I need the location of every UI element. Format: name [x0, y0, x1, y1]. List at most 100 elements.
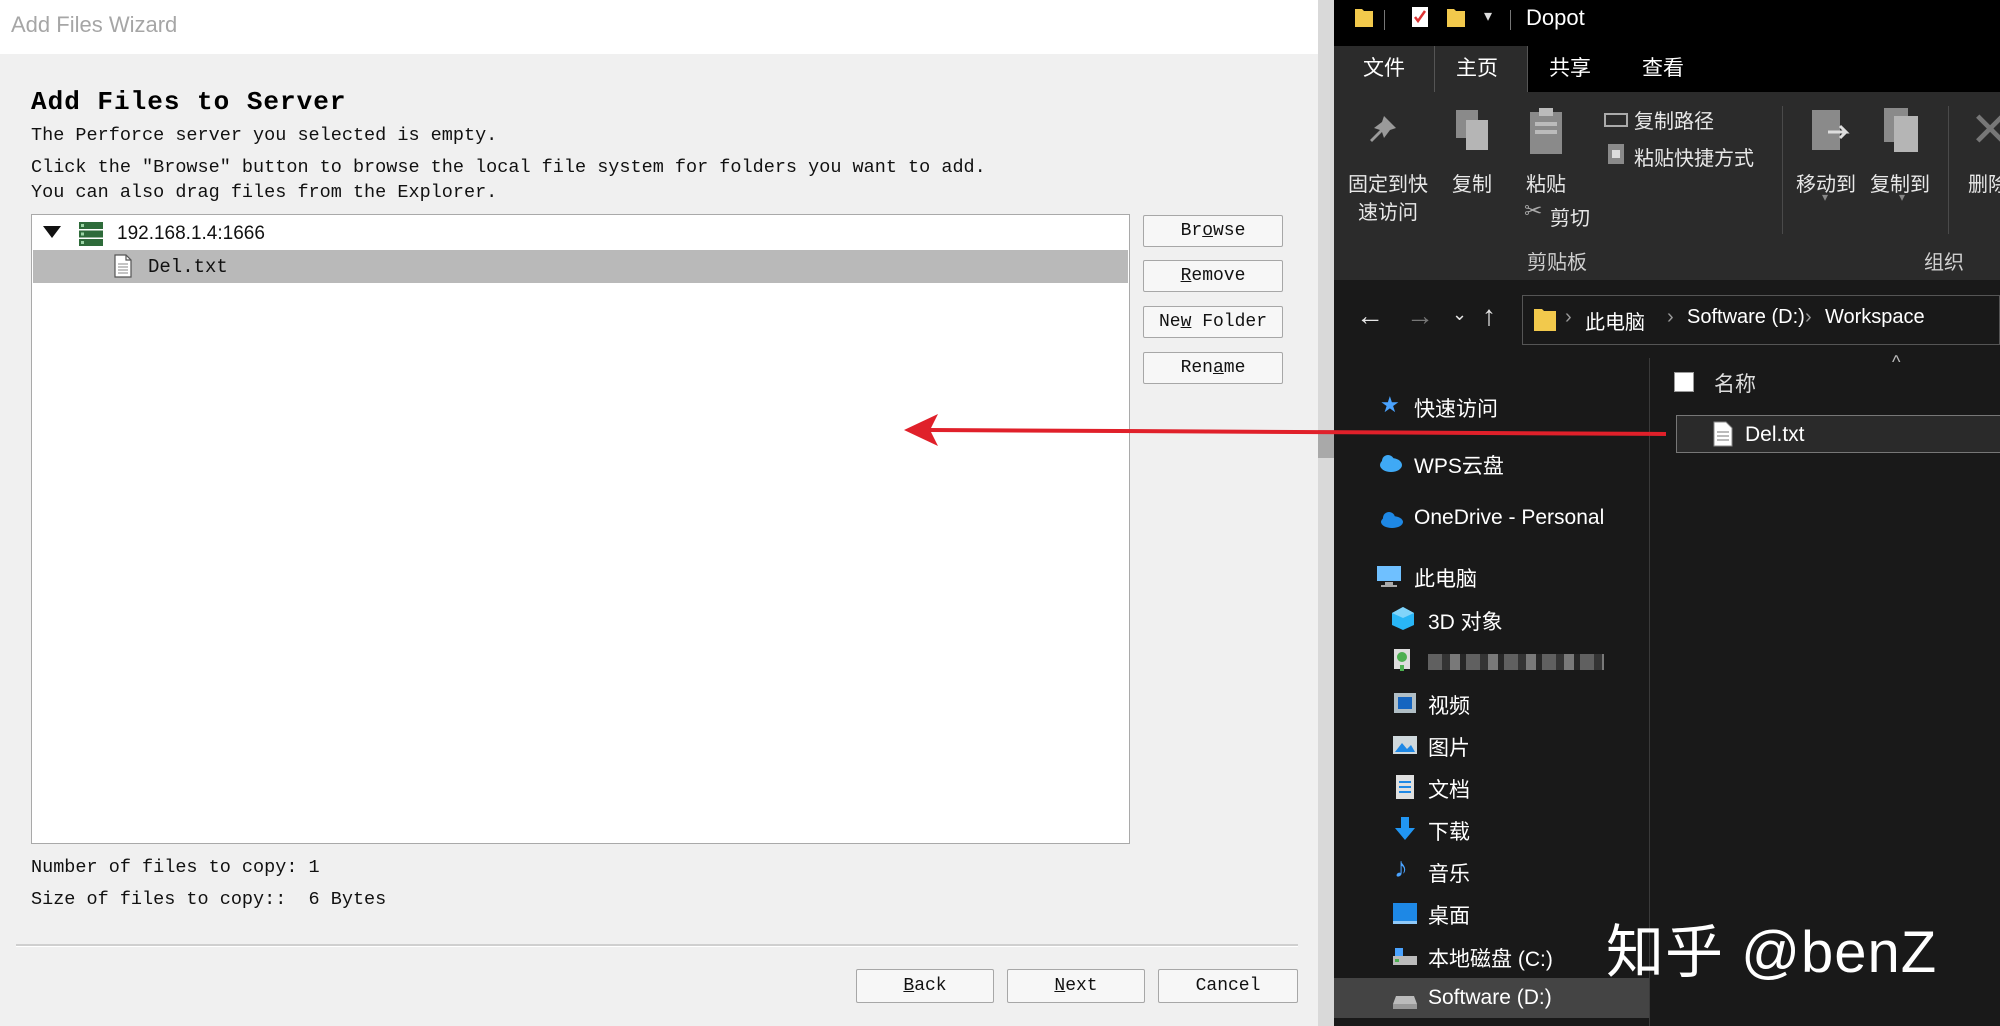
- rename-button[interactable]: Rename: [1143, 352, 1283, 384]
- select-all-checkbox[interactable]: [1674, 372, 1694, 392]
- blurred-username: [1428, 654, 1604, 670]
- text-file-icon: [1713, 421, 1733, 447]
- column-header-name[interactable]: 名称: [1714, 368, 1756, 398]
- onedrive-icon: [1381, 512, 1403, 528]
- back-arrow-icon[interactable]: ←: [1356, 300, 1384, 332]
- ribbon-home: 固定到快 速访问 复制 粘贴 复制路径 粘贴快捷方式 ✂ 剪切 剪贴板 移动到 …: [1334, 92, 2000, 281]
- ribbon-tabs: 文件 主页 共享 查看: [1334, 38, 2000, 92]
- downloads-icon: [1395, 817, 1415, 840]
- wizard-info-line-1: The Perforce server you selected is empt…: [31, 125, 498, 146]
- nav-pictures[interactable]: 图片: [1428, 732, 1470, 762]
- breadcrumb-chevron-icon: ›: [1805, 306, 1812, 328]
- tab-file[interactable]: 文件: [1363, 52, 1405, 82]
- browse-button[interactable]: Browse: [1143, 215, 1283, 247]
- documents-icon: [1396, 775, 1414, 799]
- breadcrumb-software-d[interactable]: Software (D:): [1687, 306, 1805, 329]
- nav-documents[interactable]: 文档: [1428, 774, 1470, 804]
- server-icon: [79, 222, 103, 246]
- nav-this-pc[interactable]: 此电脑: [1414, 563, 1477, 593]
- wizard-heading: Add Files to Server: [31, 87, 347, 117]
- files-size-label: Size of files to copy:: 6 Bytes: [31, 889, 387, 910]
- paste-shortcut-icon[interactable]: [1606, 142, 1626, 166]
- music-icon: ♪: [1394, 852, 1408, 883]
- window-divider: [1318, 0, 1334, 1026]
- address-bar[interactable]: › 此电脑 › Software (D:) › Workspace: [1522, 295, 2000, 345]
- tree-row-file[interactable]: Del.txt: [33, 250, 1128, 283]
- organize-group-label: 组织: [1924, 252, 1964, 274]
- paste-icon[interactable]: [1526, 106, 1566, 156]
- file-explorer: ▾ Dopot 文件 主页 共享 查看 固定到快 速访问 复制 粘贴 复制路径 …: [1334, 0, 2000, 1026]
- server-file-tree[interactable]: 192.168.1.4:1666 Del.txt: [31, 214, 1130, 844]
- copy-to-icon[interactable]: [1880, 104, 1924, 156]
- pictures-icon: [1393, 736, 1417, 754]
- nav-music[interactable]: 音乐: [1428, 858, 1470, 888]
- breadcrumb-chevron-icon: ›: [1667, 306, 1674, 328]
- watermark-text: 知乎 @benZ: [1606, 920, 1938, 985]
- breadcrumb-workspace[interactable]: Workspace: [1825, 306, 1925, 329]
- nav-3d-objects[interactable]: 3D 对象: [1428, 606, 1503, 636]
- paste-shortcut-label[interactable]: 粘贴快捷方式: [1634, 142, 1754, 171]
- footer-divider: [16, 944, 1298, 947]
- cancel-button[interactable]: Cancel: [1158, 969, 1298, 1003]
- copy-path-icon[interactable]: [1604, 110, 1628, 130]
- nav-software-d[interactable]: Software (D:): [1428, 986, 1552, 1010]
- tab-share[interactable]: 共享: [1549, 52, 1591, 82]
- pin-quick-access-label-2[interactable]: 速访问: [1358, 196, 1418, 225]
- explorer-window-title: Dopot: [1526, 5, 1585, 30]
- forward-arrow-icon[interactable]: →: [1406, 300, 1434, 332]
- wizard-info-line-3: You can also drag files from the Explore…: [31, 182, 498, 203]
- move-to-dropdown-icon[interactable]: ▾: [1822, 190, 1828, 204]
- nav-videos[interactable]: 视频: [1428, 690, 1470, 720]
- folder-icon[interactable]: [1354, 5, 1374, 29]
- paste-label[interactable]: 粘贴: [1526, 168, 1566, 197]
- next-button[interactable]: Next: [1007, 969, 1145, 1003]
- qa-dropdown-icon[interactable]: ▾: [1484, 6, 1492, 26]
- pin-quick-access-label-1[interactable]: 固定到快: [1348, 168, 1428, 197]
- file-name: Del.txt: [148, 256, 228, 278]
- tab-view[interactable]: 查看: [1642, 52, 1684, 82]
- nav-wps-cloud[interactable]: WPS云盘: [1414, 450, 1504, 480]
- ribbon-separator: [1948, 106, 1949, 234]
- desktop-icon: [1393, 903, 1417, 924]
- files-count-label: Number of files to copy: 1: [31, 857, 320, 878]
- explorer-title-bar: ▾ Dopot: [1334, 0, 2000, 38]
- recent-dropdown-icon[interactable]: ⌄: [1452, 304, 1467, 325]
- new-folder-button[interactable]: New Folder: [1143, 306, 1283, 338]
- copy-to-dropdown-icon[interactable]: ▾: [1899, 190, 1905, 204]
- scissors-icon[interactable]: ✂: [1524, 198, 1542, 224]
- pin-icon[interactable]: [1364, 112, 1400, 148]
- new-folder-icon[interactable]: [1446, 5, 1466, 29]
- tree-row-server[interactable]: 192.168.1.4:1666: [33, 217, 1128, 250]
- star-icon: ★: [1380, 392, 1400, 417]
- divider-handle: [1318, 430, 1334, 458]
- nav-quick-access[interactable]: 快速访问: [1414, 393, 1498, 423]
- properties-icon[interactable]: [1410, 5, 1430, 29]
- separator: [1384, 10, 1385, 30]
- breadcrumb-this-pc[interactable]: 此电脑: [1585, 306, 1645, 335]
- nav-onedrive[interactable]: OneDrive - Personal: [1414, 506, 1604, 530]
- server-address: 192.168.1.4:1666: [117, 223, 265, 244]
- copy-label[interactable]: 复制: [1452, 168, 1492, 197]
- remove-button[interactable]: Remove: [1143, 260, 1283, 292]
- computer-icon: [1377, 566, 1401, 587]
- cut-label[interactable]: 剪切: [1550, 202, 1590, 231]
- delete-label[interactable]: 删除: [1968, 168, 2000, 197]
- nav-downloads[interactable]: 下载: [1428, 816, 1470, 846]
- drive-icon: [1393, 996, 1417, 1009]
- delete-icon[interactable]: ✕: [1970, 102, 2000, 158]
- text-file-icon: [114, 254, 132, 278]
- nav-desktop[interactable]: 桌面: [1428, 900, 1470, 930]
- tab-home[interactable]: 主页: [1456, 52, 1498, 82]
- folder-icon: [1534, 309, 1556, 331]
- copy-path-label[interactable]: 复制路径: [1634, 105, 1714, 134]
- move-to-icon[interactable]: [1808, 106, 1852, 156]
- wizard-title-bar: Add Files Wizard: [0, 0, 1318, 54]
- ribbon-separator: [1782, 106, 1783, 234]
- up-arrow-icon[interactable]: ↑: [1482, 300, 1496, 332]
- nav-local-disk-c[interactable]: 本地磁盘 (C:): [1428, 943, 1553, 973]
- sort-caret-icon: ^: [1892, 352, 1901, 372]
- copy-icon[interactable]: [1452, 108, 1492, 154]
- expand-arrow-icon[interactable]: [43, 226, 61, 238]
- back-button[interactable]: Back: [856, 969, 994, 1003]
- clipboard-group-label: 剪贴板: [1527, 252, 1587, 274]
